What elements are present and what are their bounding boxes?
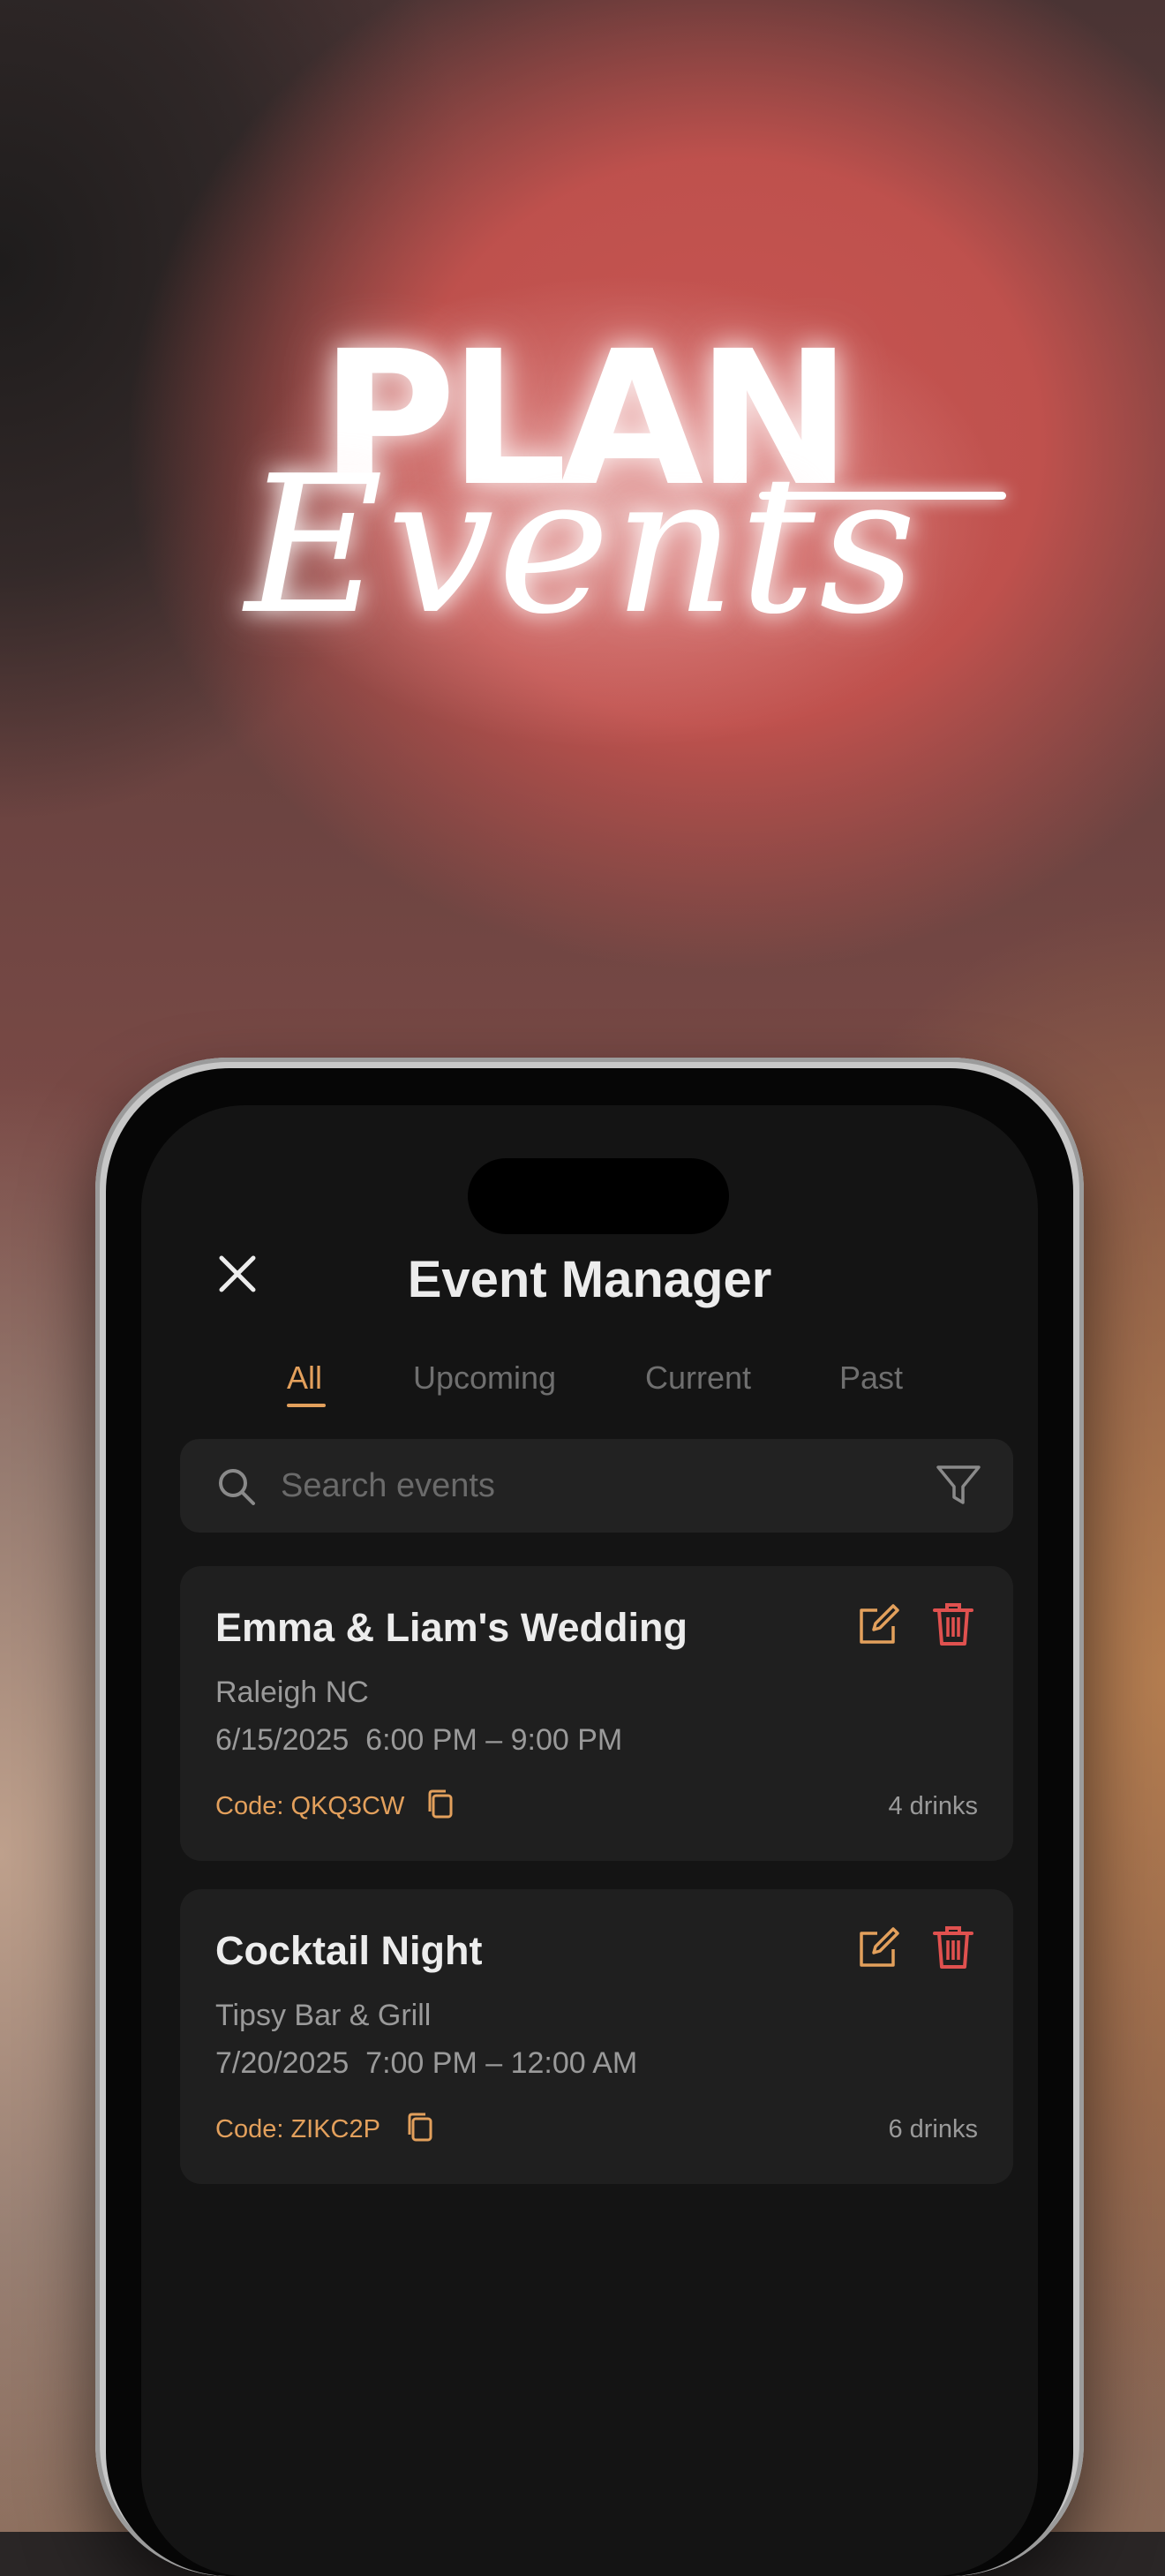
hero-events-text: Events	[244, 434, 921, 656]
tab-current[interactable]: Current	[645, 1360, 751, 1397]
event-name: Emma & Liam's Wedding	[215, 1605, 688, 1650]
edit-icon[interactable]	[856, 1926, 900, 1970]
phone-frame: Event Manager All Upcoming Current Past …	[95, 1058, 1084, 2576]
page-title: Event Manager	[407, 1251, 772, 1308]
event-card[interactable]: Emma & Liam's Wedding Raleigh NC 6/15/20…	[180, 1566, 1013, 1861]
app-screen: Event Manager All Upcoming Current Past …	[141, 1105, 1038, 2576]
edit-icon[interactable]	[856, 1603, 900, 1647]
event-name: Cocktail Night	[215, 1928, 483, 1973]
event-date: 6/15/2025	[215, 1723, 350, 1757]
tab-all[interactable]: All	[287, 1360, 322, 1397]
hero-heading: PLAN Events	[0, 0, 1165, 795]
copy-icon[interactable]	[404, 2110, 436, 2145]
active-tab-indicator	[287, 1404, 326, 1407]
dynamic-island	[468, 1158, 729, 1234]
event-code: Code: QKQ3CW	[215, 1792, 405, 1820]
event-location: Raleigh NC	[215, 1676, 369, 1709]
event-code: Code: ZIKC2P	[215, 2115, 380, 2143]
event-drinks: 4 drinks	[888, 1792, 978, 1820]
search-input[interactable]: Search events	[281, 1467, 495, 1505]
event-card[interactable]: Cocktail Night Tipsy Bar & Grill 7/20/20…	[180, 1889, 1013, 2184]
filter-icon[interactable]	[936, 1464, 981, 1508]
tab-past[interactable]: Past	[839, 1360, 903, 1397]
phone-bezel: Event Manager All Upcoming Current Past …	[106, 1068, 1073, 2576]
search-bar[interactable]: Search events	[180, 1439, 1013, 1533]
filter-tabs: All Upcoming Current Past	[141, 1360, 1038, 1412]
event-datetime: 7/20/2025 7:00 PM – 12:00 AM	[215, 2046, 637, 2081]
hero-flourish-line	[759, 492, 1006, 500]
tab-upcoming[interactable]: Upcoming	[413, 1360, 556, 1397]
event-datetime: 6/15/2025 6:00 PM – 9:00 PM	[215, 1723, 622, 1758]
event-time: 7:00 PM – 12:00 AM	[365, 2046, 638, 2080]
trash-icon[interactable]	[932, 1601, 974, 1647]
event-drinks: 6 drinks	[888, 2115, 978, 2143]
search-icon	[219, 1469, 255, 1505]
trash-icon[interactable]	[932, 1924, 974, 1970]
event-date: 7/20/2025	[215, 2046, 350, 2080]
copy-icon[interactable]	[425, 1787, 456, 1822]
event-location: Tipsy Bar & Grill	[215, 1999, 432, 2032]
event-time: 6:00 PM – 9:00 PM	[365, 1723, 623, 1757]
